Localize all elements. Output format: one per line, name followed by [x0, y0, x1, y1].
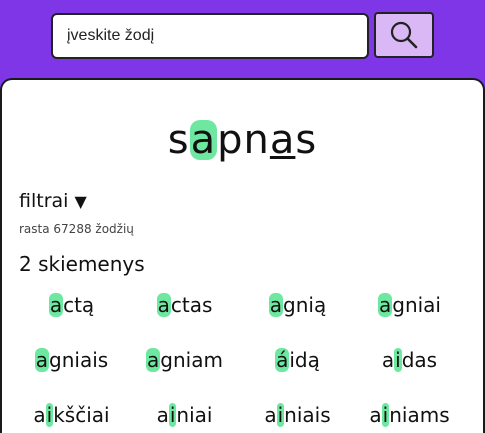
search-input[interactable]: įveskite žodį — [51, 13, 369, 59]
search-button[interactable] — [374, 12, 434, 58]
word-item-suffix: gniai — [392, 293, 441, 317]
word-item-suffix: das — [401, 348, 438, 372]
word-item[interactable]: aidas — [349, 348, 470, 372]
word-item-stressed: a — [34, 348, 50, 372]
word-item[interactable]: ainiais — [237, 403, 358, 427]
word-item-stressed: á — [275, 348, 290, 372]
syllables-heading: 2 skiemenys — [19, 252, 145, 276]
word-underlined-vowel: a — [269, 117, 296, 163]
word-item[interactable]: agniam — [124, 348, 245, 372]
result-count: rasta 67288 žodžių — [19, 222, 134, 236]
word-item-suffix: gniais — [49, 348, 109, 372]
word-item[interactable]: ainiams — [349, 403, 470, 427]
word-item[interactable]: agnią — [237, 293, 358, 317]
word-item-suffix: ctas — [170, 293, 213, 317]
chevron-down-icon: ▼ — [74, 191, 87, 211]
word-item-prefix: a — [381, 348, 395, 372]
word-item-stressed: a — [377, 293, 393, 317]
word-middle: pn — [217, 117, 270, 163]
word-item-suffix: niais — [284, 403, 331, 427]
word-item-prefix: a — [33, 403, 46, 427]
word-item-stressed: a — [268, 293, 284, 317]
word-item[interactable]: aikščiai — [11, 403, 132, 427]
word-item-stressed: a — [48, 293, 64, 317]
word-item-stressed: i — [394, 348, 402, 372]
word-item-prefix: a — [264, 403, 277, 427]
main-word: sapnas — [0, 117, 485, 163]
word-item-suffix: niai — [176, 403, 213, 427]
word-item[interactable]: agniais — [11, 348, 132, 372]
word-item-suffix: kščiai — [53, 403, 110, 427]
filters-toggle[interactable]: filtrai ▼ — [19, 190, 87, 212]
word-item[interactable]: áidą — [237, 348, 358, 372]
word-item-stressed: a — [156, 293, 171, 317]
word-item-suffix: ctą — [63, 293, 95, 317]
word-item-suffix: gnią — [283, 293, 327, 317]
word-item-stressed: a — [146, 348, 161, 372]
word-item-suffix: niams — [389, 403, 450, 427]
word-stressed-vowel: a — [189, 117, 218, 163]
word-suffix: s — [295, 117, 318, 163]
word-item-suffix: idą — [289, 348, 320, 372]
word-item[interactable]: ainiai — [124, 403, 245, 427]
filters-label: filtrai — [19, 190, 69, 212]
word-item[interactable]: actą — [11, 293, 132, 317]
word-prefix: s — [167, 117, 190, 163]
word-item-prefix: a — [369, 403, 382, 427]
word-item[interactable]: agniai — [349, 293, 470, 317]
search-icon — [390, 21, 418, 49]
word-item[interactable]: actas — [124, 293, 245, 317]
search-input-text: įveskite žodį — [67, 27, 155, 44]
word-item-prefix: a — [156, 403, 169, 427]
word-item-suffix: gniam — [160, 348, 223, 372]
